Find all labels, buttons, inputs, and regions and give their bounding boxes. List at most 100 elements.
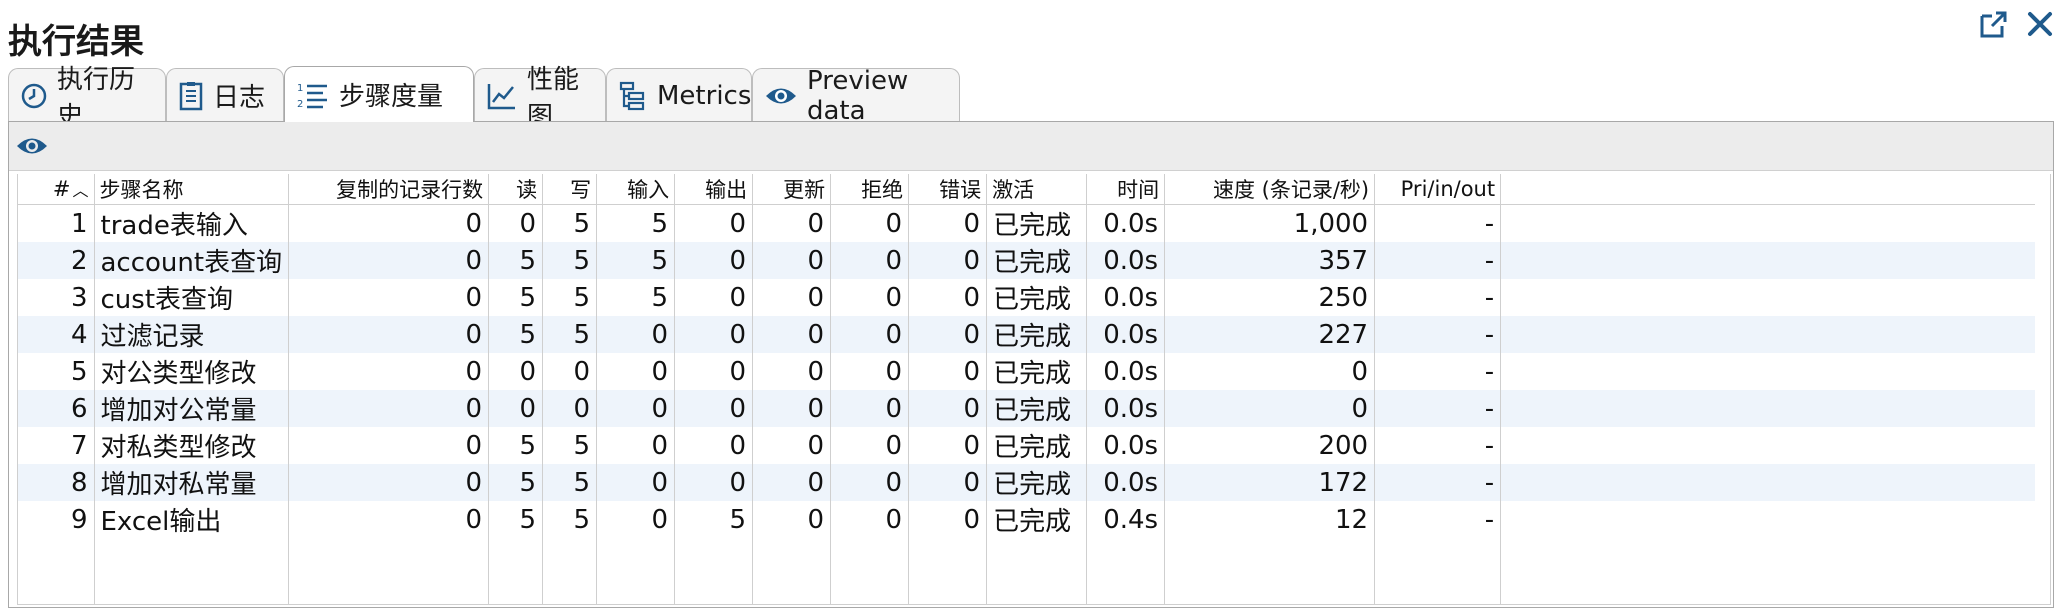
col-header-speed[interactable]: 速度 (条记录/秒) [1164,174,1376,205]
cell-read: 5 [488,464,544,501]
cell-read: 5 [488,242,544,279]
cell-pri-in-out: - [1374,279,1502,316]
table-row[interactable]: 4 过滤记录 0 5 5 0 0 0 0 0 已完成 0.0s 227- [18,316,2035,353]
cell-updated: 0 [752,204,832,242]
cell-copies: 0 [288,464,490,501]
col-header-output[interactable]: 输出 [674,174,754,205]
cell-written: 0 [542,353,598,390]
table-row[interactable]: 2 account表查询 0 5 5 5 0 0 0 0 已完成 0.0s 357- [18,242,2035,279]
tab-label: 日志 [213,83,266,113]
eye-icon [17,138,47,154]
empty-cell [94,538,290,604]
tab-metrics[interactable]: Metrics [606,68,752,122]
clock-icon [21,83,47,108]
col-header-time[interactable]: 时间 [1086,174,1166,205]
cell-output: 0 [674,464,754,501]
step-metrics-panel: # ︿ 步骤名称 复制的记录行数 读 写 输入 输出 更新 拒绝 错误 激活 时间… [8,121,2054,608]
tab-perf[interactable]: 性能图 [474,65,606,132]
col-header-updated[interactable]: 更新 [752,174,832,205]
col-header-copies[interactable]: 复制的记录行数 [288,174,490,205]
cell-time: 0.0s [1086,242,1166,279]
cell-written: 5 [542,316,598,353]
cell-errors: 0 [908,464,988,501]
cell-time: 0.4s [1086,501,1166,538]
cell-time: 0.0s [1086,464,1166,501]
toolbar [9,122,2053,171]
cell-number: 6 [18,390,95,427]
table-row[interactable]: 9 Excel输出 0 5 5 0 5 0 0 0 已完成 0.4s 12- [18,501,2035,538]
row-filler [1501,427,2035,464]
tab-label: Metrics [657,80,752,111]
cell-time: 0.0s [1086,204,1166,242]
cell-active: 已完成 [986,353,1088,390]
tree-icon [619,81,645,110]
table-row[interactable]: 6 增加对公常量 0 0 0 0 0 0 0 0 已完成 0.0s 0- [18,390,2035,427]
line-chart-icon [487,83,515,109]
col-header-read[interactable]: 读 [488,174,544,205]
table-row[interactable]: 3 cust表查询 0 5 5 5 0 0 0 0 已完成 0.0s 250- [18,279,2035,316]
panel-title: 执行结果 [8,22,144,62]
col-header-filler [1500,174,2035,205]
cell-rejected: 0 [830,390,910,427]
cell-errors: 0 [908,390,988,427]
cell-number: 8 [18,464,95,501]
close-button[interactable] [2022,6,2058,42]
table-row[interactable]: 7 对私类型修改 0 5 5 0 0 0 0 0 已完成 0.0s 200- [18,427,2035,464]
cell-active: 已完成 [986,316,1088,353]
cell-read: 0 [488,353,544,390]
close-icon [2028,12,2052,36]
cell-pri-in-out: - [1374,501,1502,538]
tab-preview[interactable]: Preview data [752,66,960,126]
cell-copies: 0 [288,316,490,353]
tab-log[interactable]: 日志 [166,68,284,122]
cell-rejected: 0 [830,501,910,538]
tab-history[interactable]: 执行历史 [8,65,166,132]
cell-copies: 0 [288,427,490,464]
cell-read: 5 [488,501,544,538]
cell-copies: 0 [288,390,490,427]
cell-active: 已完成 [986,464,1088,501]
empty-area [18,538,2035,604]
row-filler [1501,353,2035,390]
numbered-list-icon: 1 2 [297,83,327,110]
empty-cell [1086,538,1166,604]
cell-read: 0 [488,204,544,242]
cell-updated: 0 [752,427,832,464]
popout-button[interactable] [1976,6,2012,42]
col-header-active[interactable]: 激活 [986,174,1088,205]
cell-written: 5 [542,204,598,242]
col-header-step-name[interactable]: 步骤名称 [94,174,290,205]
empty-cell [674,538,754,604]
cell-updated: 0 [752,501,832,538]
empty-cell [752,538,832,604]
col-header-pri-in-out[interactable]: Pri/in/out [1374,174,1502,205]
cell-time: 0.0s [1086,427,1166,464]
cell-step-name: 对私类型修改 [94,427,290,464]
cell-output: 0 [674,242,754,279]
cell-rejected: 0 [830,353,910,390]
col-header-input[interactable]: 输入 [596,174,676,205]
col-header-written[interactable]: 写 [542,174,598,205]
cell-active: 已完成 [986,427,1088,464]
col-header-number[interactable]: # ︿ [18,174,95,205]
cell-step-name: account表查询 [94,242,290,279]
cell-copies: 0 [288,204,490,242]
cell-written: 5 [542,427,598,464]
cell-output: 0 [674,279,754,316]
cell-step-name: 对公类型修改 [94,353,290,390]
header-row: # ︿ 步骤名称 复制的记录行数 读 写 输入 输出 更新 拒绝 错误 激活 时间… [18,174,2035,205]
table-row[interactable]: 5 对公类型修改 0 0 0 0 0 0 0 0 已完成 0.0s 0- [18,353,2035,390]
cell-read: 5 [488,316,544,353]
col-header-errors[interactable]: 错误 [908,174,988,205]
cell-input: 0 [596,316,676,353]
col-header-rejected[interactable]: 拒绝 [830,174,910,205]
cell-step-name: 增加对私常量 [94,464,290,501]
window-controls [1976,6,2058,42]
cell-rejected: 0 [830,279,910,316]
show-hidden-columns-button[interactable] [15,130,49,162]
cell-speed: 227 [1164,316,1376,353]
table-row[interactable]: 8 增加对私常量 0 5 5 0 0 0 0 0 已完成 0.0s 172- [18,464,2035,501]
tab-bar: 执行历史 日志 1 2 步骤度量 性能图 Metrics Preview dat… [8,64,2054,132]
table-row[interactable]: 1 trade表输入 0 0 5 5 0 0 0 0 已完成 0.0s 1,000- [18,204,2035,242]
tab-step-metrics[interactable]: 1 2 步骤度量 [284,66,474,122]
